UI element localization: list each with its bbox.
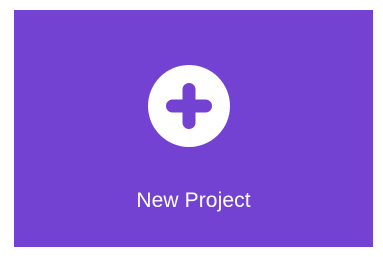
plus-icon — [166, 83, 212, 129]
new-project-label: New Project — [136, 189, 251, 212]
plus-circle-icon — [148, 65, 230, 147]
new-project-tile[interactable]: New Project — [14, 10, 373, 247]
